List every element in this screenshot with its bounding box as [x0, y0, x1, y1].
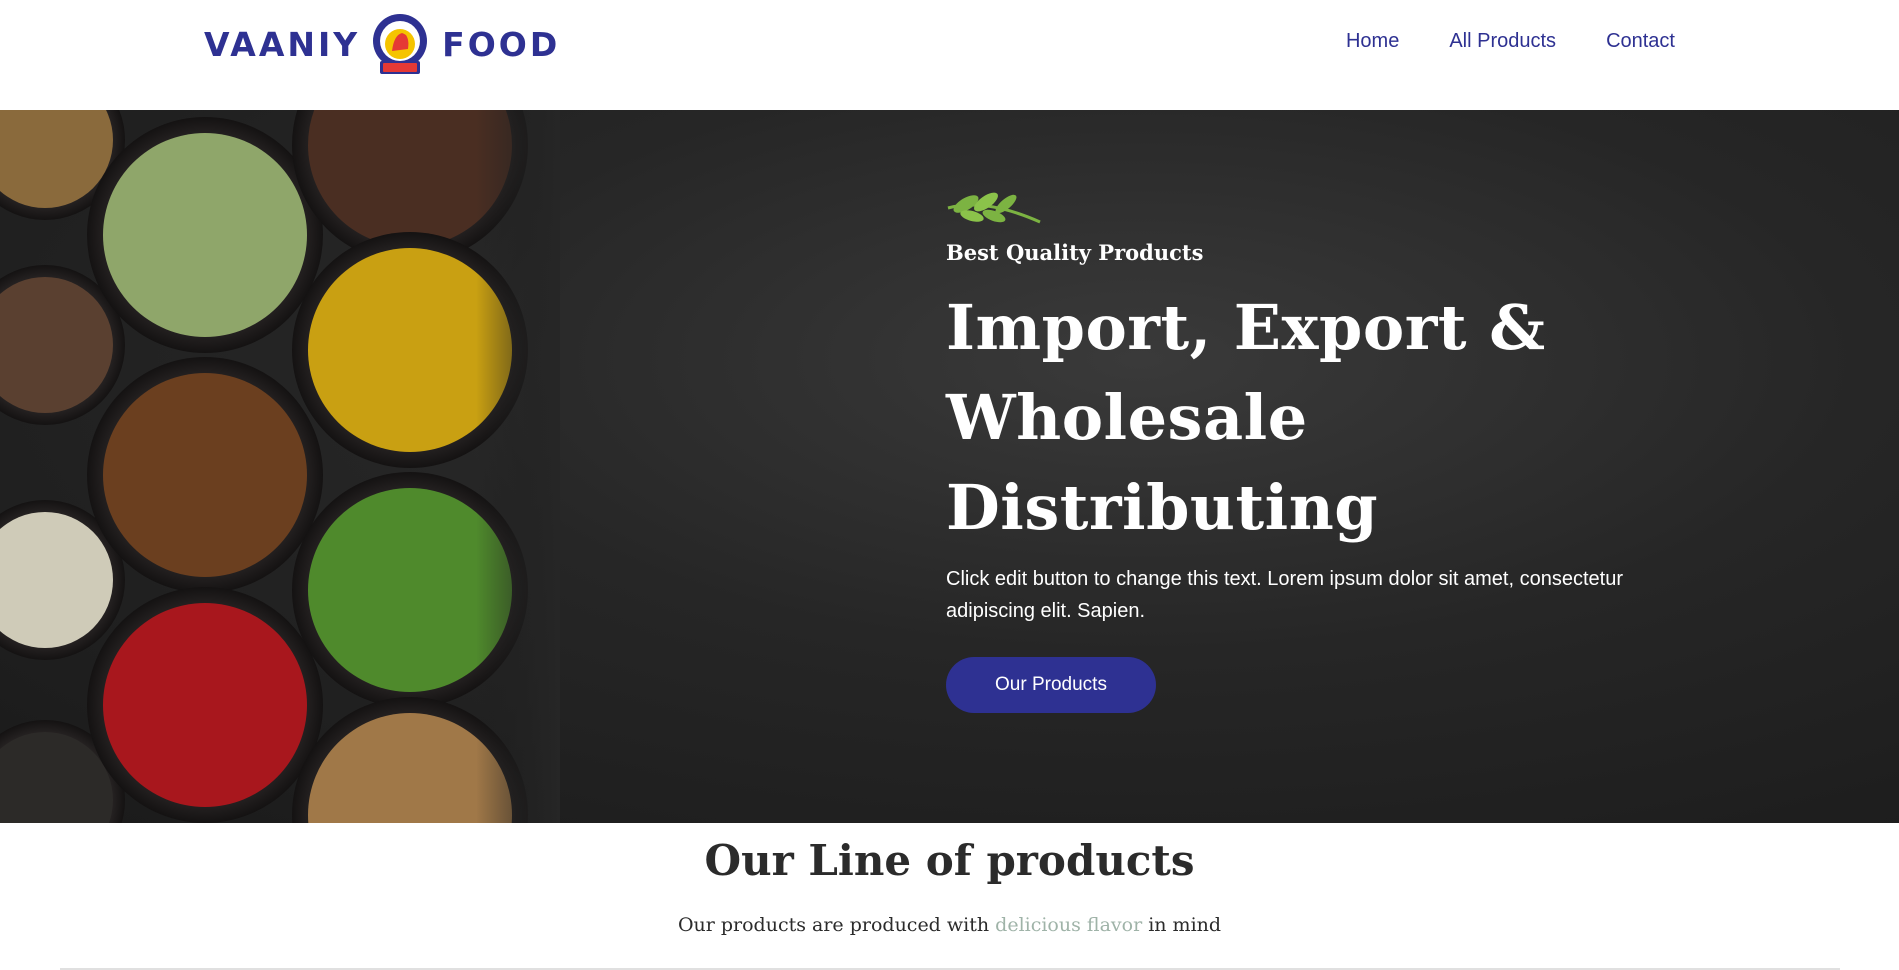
nav-home[interactable]: Home — [1346, 30, 1399, 53]
headline-line: Wholesale — [946, 381, 1308, 454]
hero-banner: Best Quality Products Import, Export & W… — [0, 110, 1899, 823]
hero-content: Best Quality Products Import, Export & W… — [946, 178, 1706, 713]
headline-line: Distributing — [946, 471, 1379, 544]
headline-line: Import, Export & — [946, 291, 1546, 364]
logo-text-left: VAANIY — [204, 24, 361, 64]
subtitle-highlight: delicious flavor — [995, 914, 1143, 936]
hero-description: Click edit button to change this text. L… — [946, 568, 1623, 622]
hero-headline: Import, Export & Wholesale Distributing — [946, 283, 1706, 553]
nav-all-products[interactable]: All Products — [1449, 30, 1556, 53]
main-nav: Home All Products Contact — [1346, 30, 1675, 53]
our-products-button[interactable]: Our Products — [946, 657, 1156, 713]
brand-logo[interactable]: VAANIY FOOD — [204, 13, 560, 75]
site-header: VAANIY FOOD Home All Products Contact — [0, 0, 1899, 110]
spice-bowls-image — [0, 110, 560, 823]
leaf-icon — [947, 192, 1041, 224]
section-title: Our Line of products — [704, 836, 1195, 885]
subtitle-text: in mind — [1148, 914, 1222, 936]
section-subtitle: Our products are produced with delicious… — [0, 914, 1899, 936]
logo-text-right: FOOD — [442, 24, 561, 64]
hero-kicker: Best Quality Products — [946, 240, 1204, 265]
logo-emblem-icon — [373, 14, 428, 74]
subtitle-text: Our products are produced with — [677, 914, 990, 936]
nav-contact[interactable]: Contact — [1606, 30, 1675, 53]
